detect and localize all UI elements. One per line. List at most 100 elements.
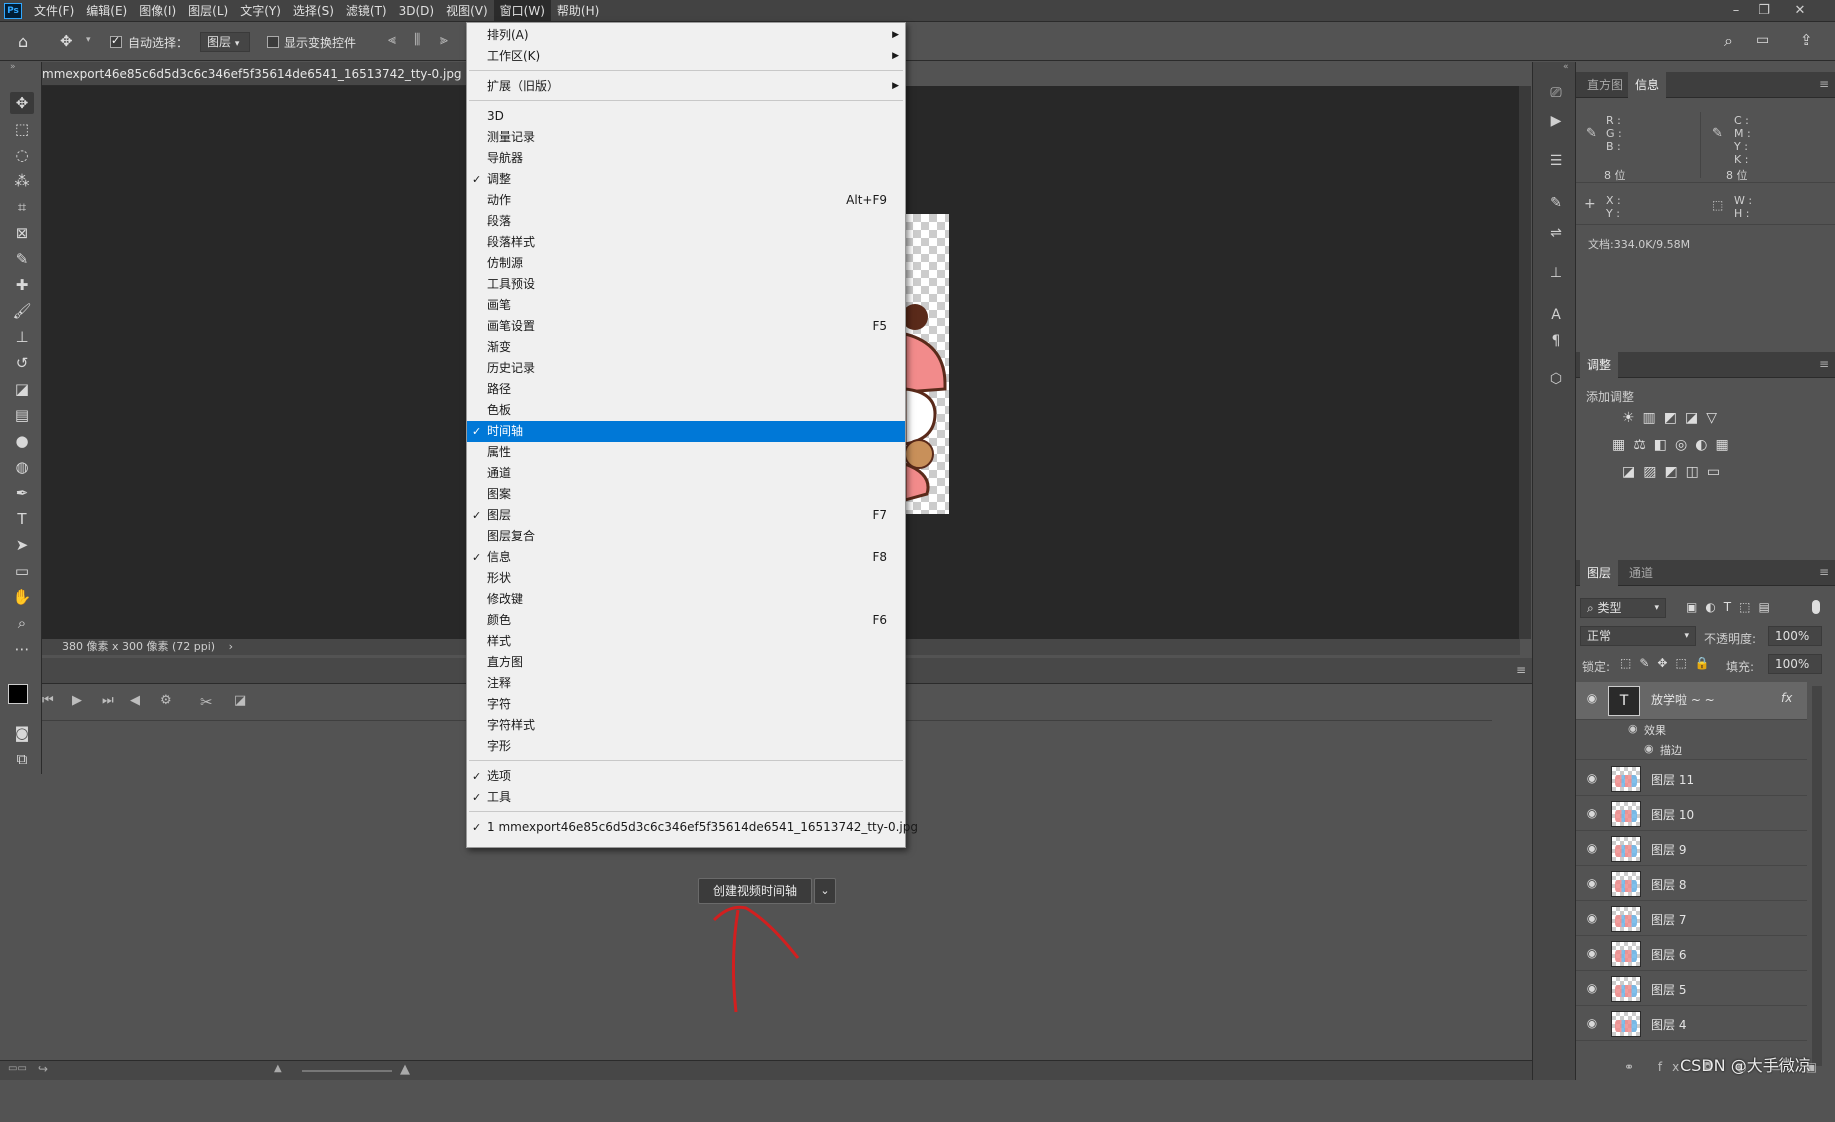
- window-menu-item[interactable]: 测量记录: [467, 127, 905, 148]
- transition-icon[interactable]: ◪: [234, 693, 246, 708]
- auto-select-checkbox[interactable]: [110, 34, 122, 48]
- visibility-eye-icon[interactable]: ◉: [1644, 742, 1654, 755]
- visibility-eye-icon[interactable]: ◉: [1584, 805, 1600, 821]
- collapse-icon[interactable]: »: [10, 62, 16, 72]
- window-menu-item[interactable]: 历史记录: [467, 358, 905, 379]
- fx-icon[interactable]: fx: [1781, 691, 1792, 705]
- next-frame-icon[interactable]: ⏭: [102, 693, 114, 708]
- window-menu-item[interactable]: 字符: [467, 694, 905, 715]
- adjustment-icons-row1[interactable]: ☀▥◩◪▽: [1622, 410, 1725, 426]
- window-menu-item[interactable]: ✓ 图层 F7: [467, 505, 905, 526]
- menu-layer[interactable]: 图层(L): [182, 0, 234, 22]
- window-menu-item[interactable]: 注释: [467, 673, 905, 694]
- window-menu-item[interactable]: 画笔: [467, 295, 905, 316]
- timeline-type-dropdown[interactable]: ⌄: [814, 878, 836, 904]
- tab-histogram[interactable]: 直方图: [1580, 72, 1630, 98]
- rectangle-tool-icon[interactable]: ▭: [10, 560, 34, 582]
- auto-select-dropdown[interactable]: 图层 ▾: [200, 32, 250, 52]
- layers-scrollbar[interactable]: [1812, 686, 1822, 1066]
- window-menu-item[interactable]: ✓ 选项: [467, 766, 905, 787]
- gradient-tool-icon[interactable]: ▤: [10, 404, 34, 426]
- menu-type[interactable]: 文字(Y): [234, 0, 287, 22]
- menu-filter[interactable]: 滤镜(T): [340, 0, 393, 22]
- layer-row[interactable]: ◉ 图层 6: [1576, 937, 1807, 971]
- window-menu-item[interactable]: 直方图: [467, 652, 905, 673]
- canvas-scrollbar[interactable]: [1519, 86, 1531, 639]
- layer-row[interactable]: ◉ 图层 11: [1576, 762, 1807, 796]
- actions-panel-icon[interactable]: ▶: [1545, 110, 1567, 132]
- layer-row[interactable]: ◉ 图层 9: [1576, 832, 1807, 866]
- stroke-row[interactable]: ◉ 描边: [1576, 740, 1807, 760]
- window-menu-item[interactable]: 路径: [467, 379, 905, 400]
- visibility-eye-icon[interactable]: ◉: [1584, 770, 1600, 786]
- window-menu-item[interactable]: 图层复合: [467, 526, 905, 547]
- window-menu-item[interactable]: 颜色 F6: [467, 610, 905, 631]
- hand-tool-icon[interactable]: ✋: [10, 586, 34, 608]
- more-tools-icon[interactable]: ⋯: [10, 638, 34, 660]
- character-panel-icon[interactable]: A: [1545, 304, 1567, 326]
- path-select-icon[interactable]: ➤: [10, 534, 34, 556]
- paragraph-panel-icon[interactable]: ¶: [1545, 330, 1567, 352]
- 3d-panel-icon[interactable]: ⬡: [1545, 368, 1567, 390]
- move-tool-icon[interactable]: ✥: [60, 32, 73, 50]
- window-menu-item[interactable]: 3D: [467, 106, 905, 127]
- menu-window[interactable]: 窗口(W): [493, 0, 551, 22]
- clone-source-icon[interactable]: ⊥: [1545, 262, 1567, 284]
- type-tool-icon[interactable]: T: [10, 508, 34, 530]
- minimize-icon[interactable]: –: [1722, 0, 1750, 22]
- align-center-icon[interactable]: ⫼: [414, 32, 420, 48]
- tab-info[interactable]: 信息: [1628, 72, 1667, 98]
- window-menu-item[interactable]: 通道: [467, 463, 905, 484]
- search-icon[interactable]: ⌕: [1724, 31, 1733, 51]
- window-menu-item[interactable]: 段落: [467, 211, 905, 232]
- panel-menu-icon[interactable]: ≡: [1819, 357, 1829, 371]
- window-menu-item[interactable]: ✓ 信息 F8: [467, 547, 905, 568]
- tab-adjustments[interactable]: 调整: [1580, 352, 1619, 378]
- window-menu-item[interactable]: 扩展（旧版） ▶: [467, 76, 905, 97]
- menu-view[interactable]: 视图(V): [440, 0, 494, 22]
- status-arrow-icon[interactable]: ›: [229, 640, 233, 653]
- close-icon[interactable]: ✕: [1786, 0, 1814, 22]
- window-menu-item[interactable]: ✓ 调整: [467, 169, 905, 190]
- menu-edit[interactable]: 编辑(E): [80, 0, 133, 22]
- window-menu-item[interactable]: 字形: [467, 736, 905, 757]
- share-icon[interactable]: ⇪: [1800, 31, 1813, 49]
- marquee-tool-icon[interactable]: ⬚: [10, 118, 34, 140]
- blend-mode-dropdown[interactable]: 正常 ▾: [1580, 626, 1696, 646]
- quick-mask-icon[interactable]: ◙: [10, 722, 34, 744]
- visibility-eye-icon[interactable]: ◉: [1584, 840, 1600, 856]
- window-menu-item[interactable]: 画笔设置 F5: [467, 316, 905, 337]
- window-menu-item[interactable]: 渐变: [467, 337, 905, 358]
- zoom-in-icon[interactable]: ▲: [400, 1062, 410, 1077]
- eraser-tool-icon[interactable]: ◪: [10, 378, 34, 400]
- window-menu-item[interactable]: ✓ 1 mmexport46e85c6d5d3c6c346ef5f35614de6…: [467, 817, 918, 838]
- layer-row[interactable]: ◉ 图层 8: [1576, 867, 1807, 901]
- adjustment-icons-row2[interactable]: ▦⚖◧◎◐▦: [1612, 437, 1737, 453]
- window-menu-item[interactable]: 仿制源: [467, 253, 905, 274]
- window-menu-item[interactable]: 导航器: [467, 148, 905, 169]
- blur-tool-icon[interactable]: ●: [10, 430, 34, 452]
- zoom-tool-icon[interactable]: ⌕: [10, 612, 34, 634]
- lock-icons[interactable]: ⬚✎✥⬚🔒: [1620, 656, 1718, 670]
- first-frame-icon[interactable]: ⏮: [42, 693, 54, 708]
- layer-row[interactable]: ◉ 图层 7: [1576, 902, 1807, 936]
- window-menu-item[interactable]: 样式: [467, 631, 905, 652]
- align-right-icon[interactable]: ⫸: [440, 32, 448, 48]
- menu-3d[interactable]: 3D(D): [393, 0, 440, 22]
- fill-field[interactable]: 100%: [1768, 654, 1822, 674]
- dodge-tool-icon[interactable]: ◍: [10, 456, 34, 478]
- audio-icon[interactable]: ◀: [130, 693, 140, 708]
- workspace-icon[interactable]: ▭: [1756, 32, 1769, 48]
- lasso-tool-icon[interactable]: ◌: [10, 144, 34, 166]
- window-menu-item[interactable]: 字符样式: [467, 715, 905, 736]
- crop-tool-icon[interactable]: ⌗: [10, 196, 34, 218]
- magic-wand-icon[interactable]: ⁂: [10, 170, 34, 192]
- text-layer-row[interactable]: ◉ T 放学啦 ~ ~ fx: [1576, 682, 1807, 720]
- window-menu-item[interactable]: 修改键: [467, 589, 905, 610]
- layer-row[interactable]: ◉ 图层 5: [1576, 972, 1807, 1006]
- restore-icon[interactable]: ❐: [1750, 0, 1778, 22]
- stamp-tool-icon[interactable]: ⊥: [10, 326, 34, 348]
- visibility-eye-icon[interactable]: ◉: [1628, 722, 1638, 735]
- panel-menu-icon[interactable]: ≡: [1819, 565, 1829, 579]
- window-menu-item[interactable]: 形状: [467, 568, 905, 589]
